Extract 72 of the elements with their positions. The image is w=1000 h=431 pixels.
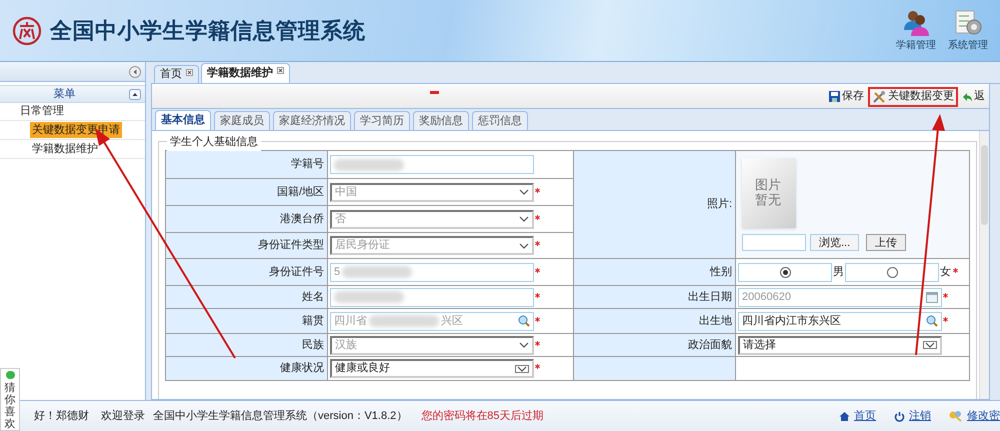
welcome-text: 欢迎登录 xyxy=(101,408,145,424)
radio-label: 女 xyxy=(940,264,951,280)
input-field[interactable]: 四川省内江市东兴区 xyxy=(738,312,942,330)
section-legend: 学生个人基础信息 xyxy=(167,134,261,150)
radio-button[interactable] xyxy=(780,266,790,278)
save-icon xyxy=(829,91,840,102)
field-label: 港澳台侨 xyxy=(280,212,324,227)
tab[interactable]: 首页 xyxy=(154,65,199,83)
key-icon xyxy=(949,410,963,422)
field-label: 照片: xyxy=(706,197,732,212)
status-link[interactable]: 首页 xyxy=(839,408,876,424)
field-label: 姓名 xyxy=(302,290,324,305)
menu-heading: 菜单 xyxy=(52,86,76,102)
scrollbar[interactable] xyxy=(979,131,989,399)
sub-tab[interactable]: 学习简历 xyxy=(354,111,410,130)
status-link[interactable]: 修改密 xyxy=(949,408,1000,424)
sub-tab[interactable]: 奖励信息 xyxy=(413,111,469,130)
field-label: 学籍号 xyxy=(291,157,324,172)
input-field[interactable] xyxy=(330,155,534,174)
greeting-text: 好！郑德财 xyxy=(34,408,89,424)
module-label: 学籍管理 xyxy=(896,39,936,53)
people-icon xyxy=(901,8,931,38)
tools-icon xyxy=(872,90,886,102)
field-label: 国籍/地区 xyxy=(276,184,324,200)
field-label: 籍贯 xyxy=(302,314,324,329)
field-label: 出生地 xyxy=(699,314,732,329)
sub-tab[interactable]: 家庭成员 xyxy=(214,111,270,130)
field-label: 民族 xyxy=(302,338,324,353)
status-link[interactable]: 注销 xyxy=(894,408,931,424)
toolbar-button[interactable]: 保存 xyxy=(825,86,868,106)
dash-mark xyxy=(430,91,439,94)
menu-item[interactable]: 关键数据变更申请 xyxy=(30,122,122,138)
menu-item[interactable]: 学籍数据维护 xyxy=(30,140,100,158)
radio-label: 男 xyxy=(833,264,844,280)
logo-icon xyxy=(12,16,42,46)
dropdown-arrow-icon xyxy=(515,364,529,372)
field-label: 政治面貌 xyxy=(688,338,732,353)
module-button[interactable]: 系统管理 xyxy=(948,8,988,53)
field-label: 身份证件类型 xyxy=(258,238,324,254)
close-icon[interactable] xyxy=(186,69,193,76)
menu-group[interactable]: 日常管理 xyxy=(20,103,64,120)
search-icon[interactable] xyxy=(926,315,938,327)
password-warning: 您的密码将在85天后过期 xyxy=(421,408,544,424)
collapse-up-button[interactable] xyxy=(129,88,141,100)
close-icon[interactable] xyxy=(277,67,284,74)
tab[interactable]: 学籍数据维护 xyxy=(201,63,290,83)
input-field[interactable] xyxy=(330,288,534,306)
toolbar-button[interactable]: 关键数据变更 xyxy=(868,86,958,106)
module-label: 系统管理 xyxy=(948,38,988,53)
file-input-field[interactable] xyxy=(742,234,806,251)
collapse-button[interactable] xyxy=(129,66,141,78)
radio-button[interactable] xyxy=(886,266,898,278)
system-version-text: 全国中小学生学籍信息管理系统（version：V1.8.2） xyxy=(153,408,408,424)
browse-button[interactable]: 浏览... xyxy=(810,234,860,251)
toolbar-button[interactable]: 返 xyxy=(958,86,989,106)
dropdown[interactable]: 健康或良好 xyxy=(330,359,534,378)
app-title: 全国中小学生学籍信息管理系统 xyxy=(50,17,366,45)
dropdown-arrow-icon xyxy=(923,341,937,349)
field-label: 健康状况 xyxy=(280,360,324,376)
home-icon xyxy=(839,410,850,422)
sub-tab[interactable]: 惩罚信息 xyxy=(472,111,528,130)
sub-tab[interactable]: 基本信息 xyxy=(155,110,211,130)
back-arrow-icon xyxy=(962,92,972,102)
sub-tab[interactable]: 家庭经济情况 xyxy=(273,111,351,130)
field-label: 出生日期 xyxy=(688,290,732,305)
upload-button[interactable]: 上传 xyxy=(866,234,906,251)
field-label: 性别 xyxy=(710,264,732,280)
field-label: 身份证件号 xyxy=(269,264,324,280)
photo-placeholder-text: 图片暂无 xyxy=(755,178,782,208)
power-icon xyxy=(894,410,905,422)
dropdown[interactable]: 请选择 xyxy=(738,336,942,354)
module-button[interactable]: 学籍管理 xyxy=(896,8,936,53)
